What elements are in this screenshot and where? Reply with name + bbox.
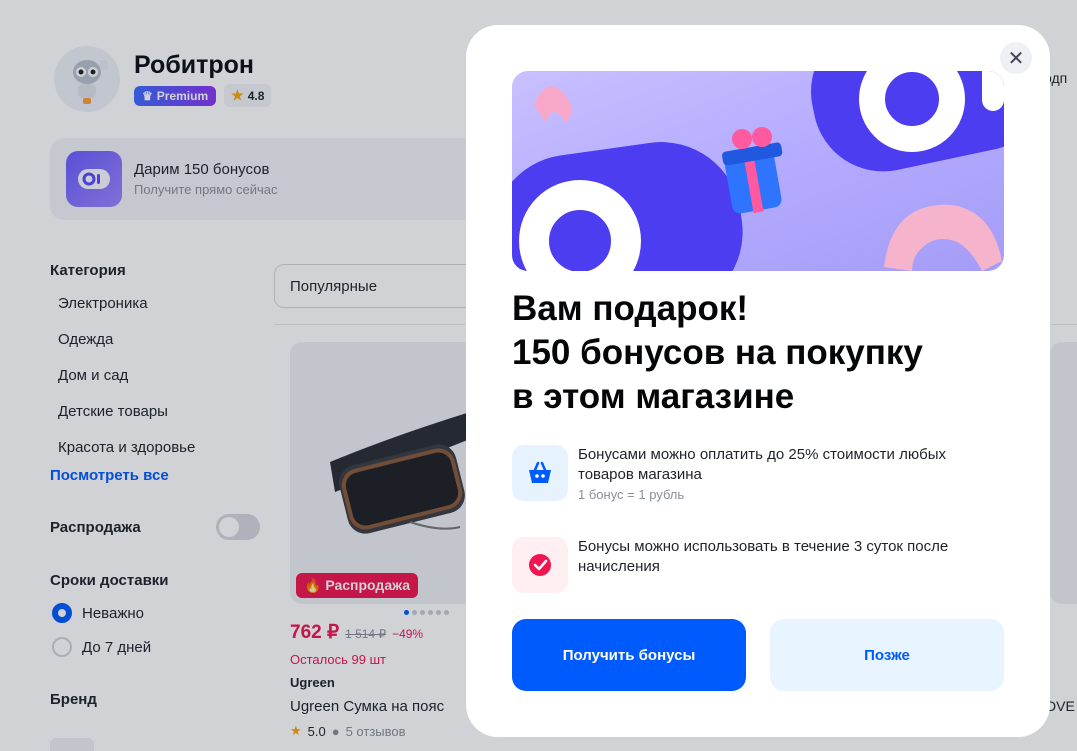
info-payment-text: Бонусами можно оплатить до 25% стоимости… [578, 446, 946, 483]
modal-title-line: Вам подарок! [512, 289, 749, 328]
bonus-modal: ✕ Вам подарок! 150 бонусов на покупку в … [466, 25, 1050, 737]
hero-image [512, 71, 1004, 271]
get-bonuses-button[interactable]: Получить бонусы [512, 619, 746, 691]
info-row-payment: Бонусами можно оплатить до 25% стоимости… [512, 445, 1004, 502]
info-row-expiry: Бонусы можно использовать в течение 3 су… [512, 537, 1004, 593]
close-icon[interactable]: ✕ [1000, 42, 1032, 74]
modal-title-line: 150 бонусов на покупку [512, 333, 923, 372]
info-expiry-text: Бонусы можно использовать в течение 3 су… [578, 538, 949, 575]
clock-check-icon [512, 537, 568, 593]
modal-title-line: в этом магазине [512, 377, 795, 416]
info-payment-note: 1 бонус = 1 рубль [578, 487, 685, 502]
basket-icon [512, 445, 568, 501]
modal-title: Вам подарок! 150 бонусов на покупку в эт… [512, 287, 1012, 419]
later-button[interactable]: Позже [770, 619, 1004, 691]
